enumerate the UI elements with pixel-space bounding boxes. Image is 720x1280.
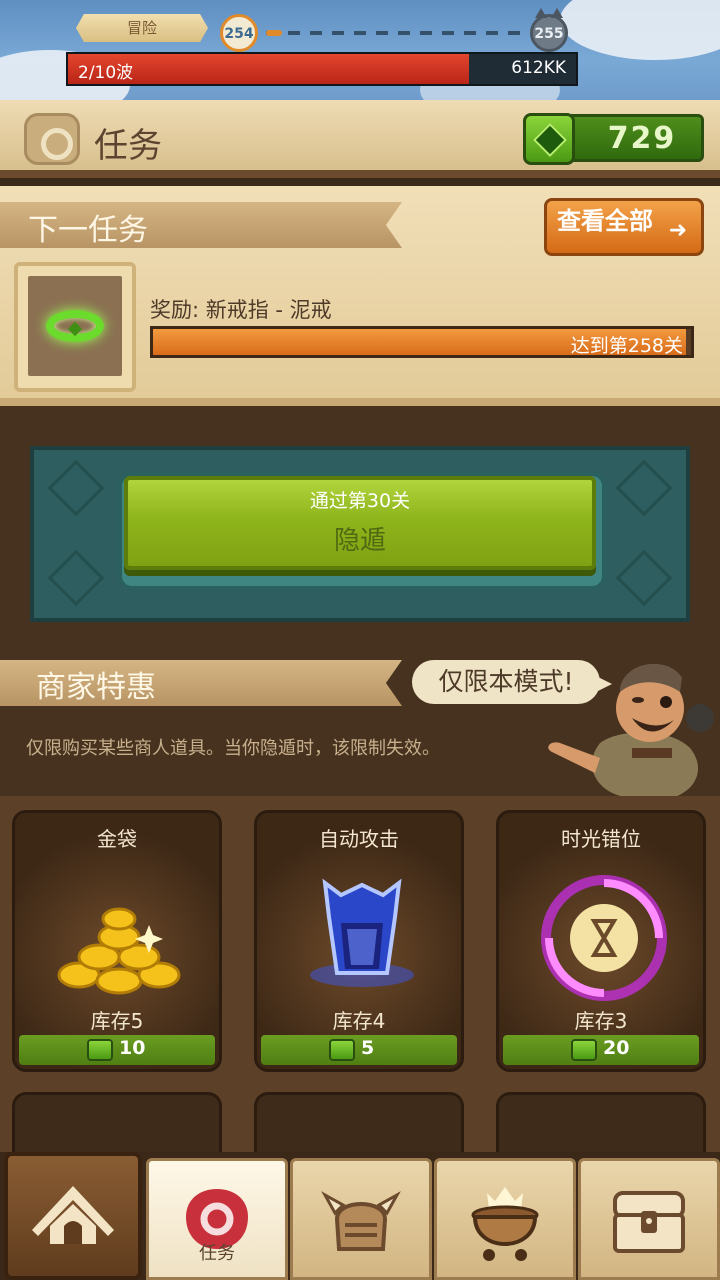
leaf-ornament-icon	[47, 459, 105, 517]
gem-count-value: 729	[607, 121, 677, 156]
shop-item-card[interactable]: 时光错位 库存3 20	[496, 810, 706, 1072]
item-stock: 库存3	[574, 1009, 628, 1033]
auto-attack-helm-icon	[310, 878, 414, 987]
merchant-description: 仅限购买某些商人道具。当你隐遁时，该限制失效。	[26, 738, 440, 759]
buy-price-button[interactable]: 20	[503, 1035, 699, 1065]
item-price: 10	[119, 1037, 146, 1059]
reward-ring-slot	[28, 276, 122, 376]
reward-ring-frame[interactable]	[14, 262, 136, 392]
shop-item-card[interactable]: 金袋 库存5 10	[12, 810, 222, 1072]
gem-icon	[523, 113, 575, 165]
merchant-title: 商家特惠	[36, 670, 156, 705]
next-mission-title: 下一任务	[28, 213, 148, 248]
view-all-button[interactable]: 查看全部 ➜	[544, 198, 704, 256]
buy-price-button[interactable]: 10	[19, 1035, 215, 1065]
wave-health-bar: 2/10波 612KK	[66, 52, 578, 86]
cauldron-icon	[471, 1187, 539, 1261]
nav-tab-missions[interactable]: 任务	[146, 1158, 288, 1280]
item-stock: 库存5	[90, 1009, 144, 1033]
shop-item-card[interactable]: 自动攻击 库存4 5	[254, 810, 464, 1072]
nav-tab-alchemy[interactable]	[434, 1158, 576, 1280]
item-price: 20	[603, 1037, 630, 1059]
buy-price-button[interactable]: 5	[261, 1035, 457, 1065]
cloud-decoration	[560, 0, 720, 60]
title-bar: 任务 729	[0, 100, 720, 178]
wave-counter: 2/10波	[78, 63, 134, 83]
mission-gear-icon	[24, 113, 80, 165]
reward-description: 奖励: 新戒指 - 泥戒	[150, 298, 332, 322]
merchant-character	[548, 663, 714, 800]
hide-button-label: 隐遁	[333, 526, 386, 556]
treasure-chest-icon	[613, 1191, 685, 1253]
nav-tab-missions-label: 任务	[199, 1243, 235, 1264]
gem-icon	[329, 1039, 355, 1061]
nav-tab-heroes[interactable]	[290, 1158, 432, 1280]
item-price: 5	[361, 1037, 375, 1059]
leaf-ornament-icon	[47, 549, 105, 607]
item-name: 自动攻击	[319, 827, 399, 851]
knight-helmet-icon	[321, 1191, 401, 1251]
leaf-ornament-icon	[615, 459, 673, 517]
gem-icon	[87, 1039, 113, 1061]
leaf-ornament-icon	[615, 549, 673, 607]
camp-tent-icon	[32, 1186, 114, 1244]
gem-counter[interactable]: 729	[523, 113, 704, 165]
time-vortex-icon	[541, 875, 667, 1001]
item-name: 金袋	[97, 827, 137, 851]
nav-tab-chest[interactable]	[578, 1158, 720, 1280]
hide-button-subtitle: 通过第30关	[309, 490, 411, 512]
gem-icon	[571, 1039, 597, 1061]
item-name: 时光错位	[561, 827, 641, 851]
arrow-right-icon: ➜	[668, 218, 687, 243]
mud-ring-icon	[46, 310, 104, 342]
adventure-mode-tag[interactable]: 冒险	[76, 14, 208, 42]
item-stock: 库存4	[332, 1009, 386, 1033]
page-title: 任务	[94, 126, 162, 166]
level-track	[266, 31, 528, 35]
panel-divider	[0, 398, 720, 406]
mission-target-text: 达到第258关	[570, 335, 683, 357]
view-all-label: 查看全部	[557, 207, 653, 235]
boss-level-node: 255	[530, 8, 568, 52]
enemy-hp-value: 612KK	[511, 58, 566, 78]
hide-button[interactable]: 通过第30关 隐遁	[124, 476, 596, 570]
current-level-node: 254	[220, 14, 258, 52]
mission-progress-bar: 达到第258关	[150, 326, 694, 358]
nav-tab-camp[interactable]	[4, 1152, 142, 1280]
gold-coins-icon	[57, 907, 181, 995]
level-track-progress	[266, 30, 282, 36]
